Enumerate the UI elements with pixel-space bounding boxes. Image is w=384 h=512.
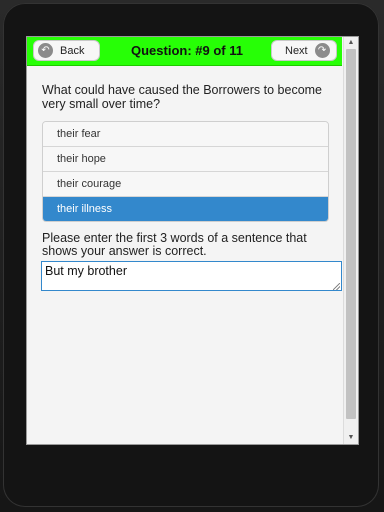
next-button-label: Next — [285, 44, 308, 57]
choice-their-fear[interactable]: their fear — [43, 122, 328, 147]
tablet-device: ↶ Back Question: #9 of 11 Next ↷ What co… — [0, 0, 384, 512]
back-button-label: Back — [60, 44, 85, 57]
answer-choices-list: their fear their hope their courage thei… — [42, 121, 329, 222]
choice-their-courage[interactable]: their courage — [43, 172, 328, 197]
scroll-down-arrow-icon[interactable]: ▼ — [344, 432, 358, 444]
scroll-up-arrow-icon[interactable]: ▲ — [344, 37, 358, 49]
header-bar: ↶ Back Question: #9 of 11 Next ↷ — [27, 37, 342, 66]
app-screen: ↶ Back Question: #9 of 11 Next ↷ What co… — [26, 36, 359, 445]
forward-arrow-icon: ↷ — [314, 43, 330, 58]
question-text: What could have caused the Borrowers to … — [42, 83, 323, 111]
choice-their-illness[interactable]: their illness — [43, 197, 328, 221]
resize-grip-icon[interactable] — [333, 283, 340, 290]
next-button[interactable]: Next ↷ — [271, 40, 337, 61]
back-arrow-icon: ↶ — [38, 43, 53, 58]
scrollbar-thumb[interactable] — [346, 49, 356, 419]
evidence-answer-field[interactable] — [41, 261, 342, 291]
back-button[interactable]: ↶ Back — [33, 40, 100, 61]
question-counter-title: Question: #9 of 11 — [131, 43, 243, 58]
choice-their-hope[interactable]: their hope — [43, 147, 328, 172]
vertical-scrollbar[interactable]: ▲ ▼ — [343, 37, 358, 444]
evidence-prompt: Please enter the first 3 words of a sent… — [42, 231, 307, 258]
